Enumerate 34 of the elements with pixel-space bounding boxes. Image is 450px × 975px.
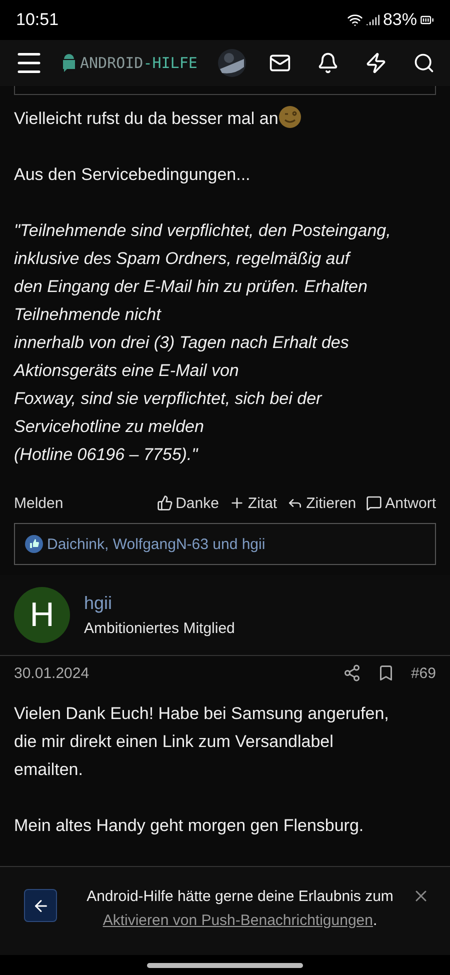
author-name[interactable]: hgii: [84, 593, 235, 614]
wifi-icon: [346, 12, 363, 28]
quote-button[interactable]: Zitieren: [287, 494, 356, 512]
wink-emoji-icon: [278, 105, 302, 129]
battery-icon: [420, 13, 434, 27]
home-handle[interactable]: [147, 962, 303, 968]
android-logo-icon: [62, 53, 76, 73]
post-text: "Teilnehmende sind verpflichtet, den Posteingang, inklusive des Spam Ordners, regelmäßig auf den Eingang der E-Mail hin zu prüfen. Erhalten Teilnehmende nicht innerhalb von drei (3) Tagen nach Erhalt des Aktionsgeräts eine E-Mail von Foxway, sind sie verpflichtet, sich bei der Servicehotline zu melden (Hotline 06196 – 7755).": [14, 220, 392, 466]
post-text: Vielleicht rufst du da besser mal an: [14, 105, 436, 133]
user-avatar[interactable]: H: [14, 587, 70, 643]
add-quote-button[interactable]: Zitat: [228, 494, 278, 512]
site-logo[interactable]: ANDROID-HILFE: [80, 54, 198, 72]
thumbs-up-icon: [156, 495, 173, 511]
post-date: 30.01.2024: [14, 664, 90, 682]
signal-icon: [366, 13, 380, 27]
post-text: Mein altes Handy geht morgen gen Flensburg.: [14, 815, 365, 837]
clock: 10:51: [16, 10, 59, 30]
back-button[interactable]: [24, 889, 57, 922]
author-rank: Ambitioniertes Mitglied: [84, 620, 235, 637]
thanks-button[interactable]: Danke: [156, 494, 219, 512]
enable-push-link[interactable]: Aktivieren von Push-Benachrichtigungen: [102, 912, 373, 929]
reactions-link[interactable]: Daichink, WolfgangN-63 und hgii: [47, 536, 266, 552]
plus-icon: [228, 495, 245, 511]
post-text: Aus den Servicebedingungen...: [14, 164, 252, 186]
user-avatar[interactable]: [218, 49, 246, 77]
like-icon: [25, 535, 43, 553]
banner-text: Android-Hilfe hätte gerne deine Erlaubnis zum Aktivieren von Push-Benachrichtigungen.: [86, 887, 394, 931]
speech-bubble-icon: [366, 495, 382, 511]
reply-button[interactable]: Antwort: [366, 494, 436, 512]
share-icon[interactable]: [342, 664, 361, 682]
post-number[interactable]: #69: [410, 664, 436, 682]
post-text: Vielen Dank Euch! Habe bei Samsung angerufen, die mir direkt einen Link zum Versandlabel emailten.: [14, 703, 390, 781]
report-link[interactable]: Melden: [14, 494, 64, 512]
battery-level: 83%: [382, 10, 417, 30]
